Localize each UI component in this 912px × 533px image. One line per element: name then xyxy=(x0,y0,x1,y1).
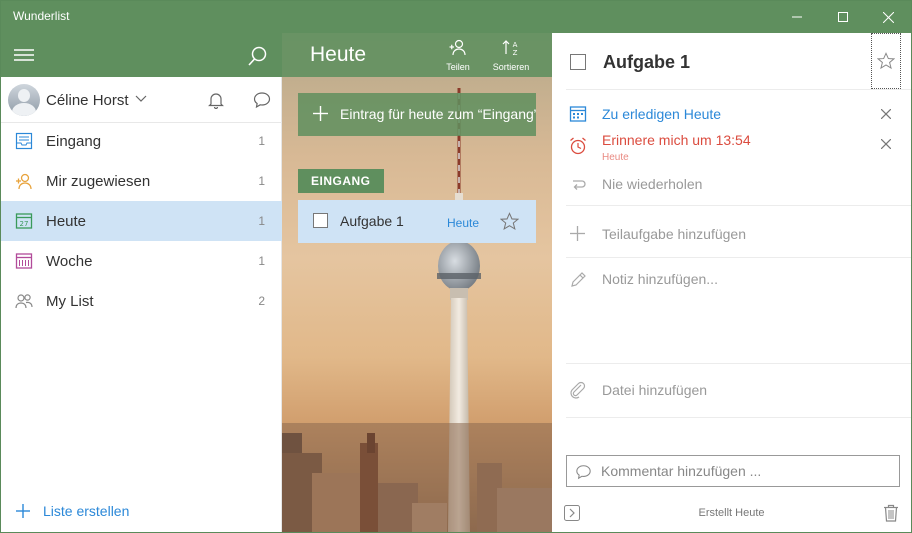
sidebar-item-count: 1 xyxy=(258,134,265,148)
plus-icon xyxy=(570,226,585,241)
paperclip-icon xyxy=(570,381,586,399)
list-header: Heute Teilen A Z Sortieren xyxy=(282,33,552,77)
create-list-button[interactable]: Liste erstellen xyxy=(15,503,129,519)
sort-button[interactable]: A Z Sortieren xyxy=(489,39,533,72)
close-window-button[interactable] xyxy=(865,1,911,33)
minimize-button[interactable] xyxy=(774,1,820,33)
task-title: Aufgabe 1 xyxy=(340,213,404,229)
sidebar-item-eingang[interactable]: Eingang 1 xyxy=(1,121,282,161)
pencil-icon xyxy=(571,272,586,287)
due-date-row[interactable]: Zu erledigen Heute xyxy=(552,101,911,127)
sidebar-item-count: 2 xyxy=(258,294,265,308)
list-title: Heute xyxy=(310,43,367,66)
assigned-user-icon xyxy=(16,173,32,190)
shared-list-icon xyxy=(15,294,33,309)
repeat-label: Nie wiederholen xyxy=(602,176,703,192)
remove-reminder-icon[interactable] xyxy=(881,139,891,149)
comment-bubble-icon xyxy=(576,465,591,480)
app-window: Wunderlist Céline Horst Eingang 1 Mir zu… xyxy=(0,0,912,533)
add-task-placeholder: Eintrag für heute zum “Eingang” hinzufüg… xyxy=(340,106,536,122)
close-icon xyxy=(882,11,894,23)
star-icon xyxy=(877,52,895,70)
sidebar-item-woche[interactable]: Woche 1 xyxy=(1,241,282,281)
reminder-label: Erinnere mich um 13:54 xyxy=(602,132,751,148)
user-name: Céline Horst xyxy=(46,92,129,109)
add-note-row[interactable]: Notiz hinzufügen... xyxy=(552,267,911,293)
task-detail-panel: Aufgabe 1 Zu erledigen Heute Erinnere mi… xyxy=(552,33,911,532)
sidebar-item-label: Heute xyxy=(46,213,87,230)
title-bar: Wunderlist xyxy=(1,1,911,33)
chat-bubble-icon[interactable] xyxy=(253,91,271,109)
sidebar-item-label: Eingang xyxy=(46,133,102,150)
maximize-button[interactable] xyxy=(820,1,866,33)
add-file-label: Datei hinzufügen xyxy=(602,382,708,398)
share-button[interactable]: Teilen xyxy=(436,39,480,72)
plus-icon xyxy=(313,106,328,121)
share-user-icon xyxy=(449,39,466,56)
add-note-label: Notiz hinzufügen... xyxy=(602,271,718,287)
sidebar-item-mir-zugewiesen[interactable]: Mir zugewiesen 1 xyxy=(1,161,282,201)
trash-icon[interactable] xyxy=(883,504,899,522)
add-file-row[interactable]: Datei hinzufügen xyxy=(552,377,911,403)
sidebar-item-my-list[interactable]: My List 2 xyxy=(1,281,282,321)
window-title: Wunderlist xyxy=(13,9,70,23)
due-date-label: Zu erledigen Heute xyxy=(602,106,722,122)
sort-icon: A Z xyxy=(502,40,518,57)
calendar-week-icon xyxy=(15,253,33,269)
maximize-icon xyxy=(838,12,848,22)
divider xyxy=(566,363,911,364)
detail-checkbox[interactable] xyxy=(570,54,586,70)
sidebar-item-heute[interactable]: 27 Heute 1 xyxy=(1,201,282,241)
sidebar-item-label: Mir zugewiesen xyxy=(46,173,151,190)
task-row[interactable]: Aufgabe 1 Heute xyxy=(298,200,536,243)
sidebar-item-count: 1 xyxy=(258,174,265,188)
comment-field[interactable] xyxy=(566,455,900,487)
sidebar: Céline Horst Eingang 1 Mir zugewiesen 1 … xyxy=(1,33,282,532)
avatar xyxy=(8,84,40,116)
repeat-icon xyxy=(573,180,586,190)
alarm-clock-icon xyxy=(570,137,586,155)
bell-icon[interactable] xyxy=(207,91,225,109)
repeat-row[interactable]: Nie wiederholen xyxy=(552,171,911,197)
user-row[interactable]: Céline Horst xyxy=(1,77,282,123)
detail-star-button[interactable] xyxy=(871,33,901,89)
task-checkbox[interactable] xyxy=(313,213,328,228)
sidebar-item-label: My List xyxy=(46,293,94,310)
svg-text:A: A xyxy=(513,41,518,49)
divider xyxy=(566,205,911,206)
hamburger-menu-icon[interactable] xyxy=(13,45,35,65)
minimize-icon xyxy=(792,16,802,18)
divider xyxy=(566,257,911,258)
comment-input[interactable] xyxy=(601,462,891,480)
calendar-today-icon: 27 xyxy=(15,213,33,229)
section-label: EINGANG xyxy=(298,169,384,193)
create-list-label: Liste erstellen xyxy=(43,503,130,519)
remove-due-date-icon[interactable] xyxy=(881,109,891,119)
sort-label: Sortieren xyxy=(492,62,530,72)
divider xyxy=(566,89,911,90)
reminder-sub-label: Heute xyxy=(602,152,629,163)
chevron-down-icon[interactable] xyxy=(135,95,147,103)
sidebar-item-count: 1 xyxy=(258,254,265,268)
add-task-input[interactable]: Eintrag für heute zum “Eingang” hinzufüg… xyxy=(298,93,536,136)
svg-text:Z: Z xyxy=(513,49,518,56)
reminder-row[interactable]: Erinnere mich um 13:54 Heute xyxy=(552,129,911,165)
detail-task-title[interactable]: Aufgabe 1 xyxy=(603,52,690,73)
task-list-panel: Heute Teilen A Z Sortieren Eintrag für h… xyxy=(282,33,552,532)
svg-text:27: 27 xyxy=(20,220,29,228)
created-info: Erstellt Heute xyxy=(698,507,765,519)
add-subtask-label: Teilaufgabe hinzufügen xyxy=(602,226,747,242)
divider xyxy=(566,417,911,418)
sidebar-header xyxy=(1,33,282,77)
share-label: Teilen xyxy=(446,62,470,72)
search-icon[interactable] xyxy=(247,45,269,67)
calendar-icon xyxy=(569,106,587,122)
plus-icon xyxy=(16,504,30,518)
sidebar-item-count: 1 xyxy=(258,214,265,228)
add-subtask-row[interactable]: Teilaufgabe hinzufügen xyxy=(552,221,911,247)
star-icon[interactable] xyxy=(500,212,519,231)
sidebar-item-label: Woche xyxy=(46,253,93,270)
inbox-icon xyxy=(15,132,33,150)
task-due-date: Heute xyxy=(447,216,480,230)
